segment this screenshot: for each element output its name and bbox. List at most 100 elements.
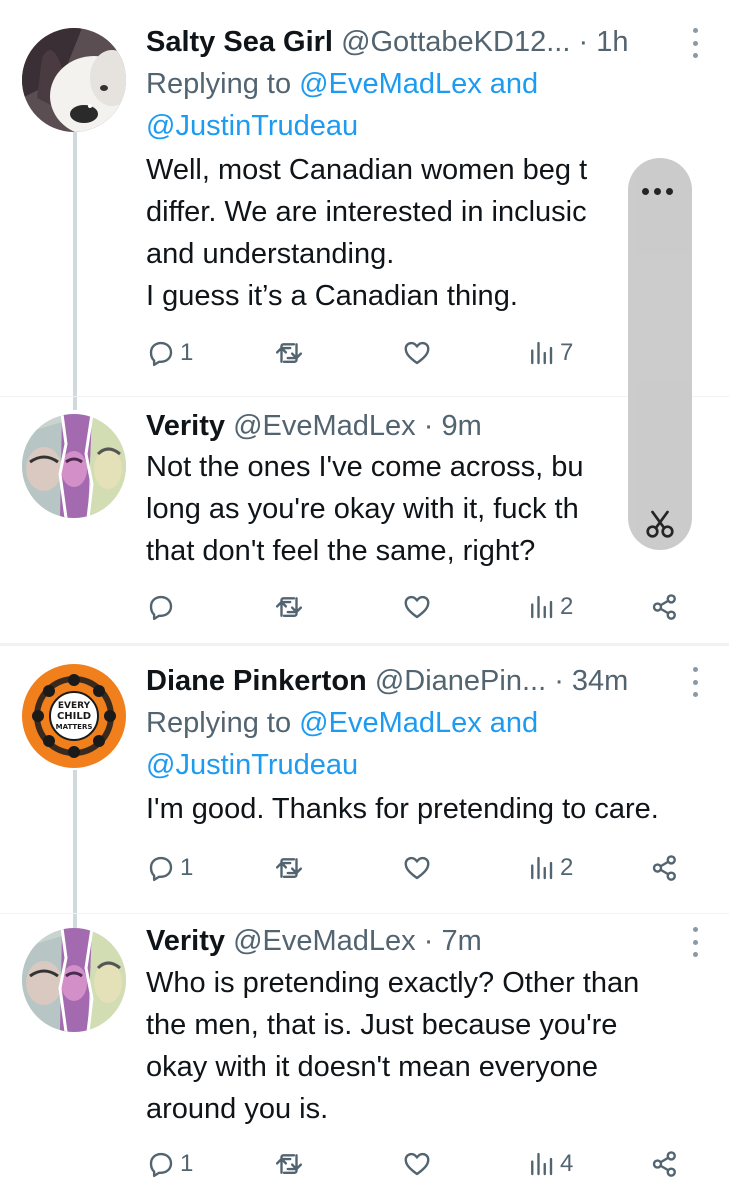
retweet-icon	[275, 343, 303, 363]
reply-button[interactable]: 1	[146, 333, 193, 373]
tweet-text: Not the ones I've come across, bu long a…	[146, 451, 584, 567]
reply-button[interactable]: 1	[146, 1144, 193, 1184]
retweet-button[interactable]	[274, 1144, 304, 1184]
avatar-text-3: MATTERS	[56, 723, 93, 731]
thread-separator	[0, 643, 729, 646]
avatar[interactable]	[22, 928, 126, 1032]
heart-icon	[404, 1152, 430, 1176]
share-icon	[652, 855, 676, 881]
author-name[interactable]: Verity	[146, 410, 225, 442]
author-name[interactable]: Diane Pinkerton	[146, 665, 367, 697]
author-handle[interactable]: @DianePin...	[375, 665, 546, 697]
avatar[interactable]	[22, 28, 126, 132]
retweet-icon	[275, 858, 303, 878]
more-icon[interactable]	[689, 927, 701, 957]
reply-button[interactable]	[146, 587, 176, 627]
reply-count: 1	[180, 854, 194, 881]
avatar[interactable]: EVERY CHILD MATTERS	[22, 664, 126, 768]
author-handle[interactable]: @GottabeKD12...	[341, 26, 570, 58]
selfie-collage-avatar-icon	[22, 928, 126, 1032]
retweet-button[interactable]	[274, 333, 304, 373]
views-icon	[531, 856, 553, 880]
overlay-more-icon[interactable]	[642, 188, 673, 195]
views-count: 7	[560, 339, 574, 366]
separator-dot: ·	[415, 410, 442, 442]
selfie-collage-avatar-icon	[22, 414, 126, 518]
tweet-text: Well, most Canadian women beg t differ. …	[146, 154, 588, 312]
reply-icon	[149, 595, 173, 621]
author-handle[interactable]: @EveMadLex	[233, 410, 416, 442]
mention-link[interactable]: @JustinTrudeau	[146, 110, 358, 142]
replying-prefix: Replying to	[146, 707, 300, 739]
separator-dot: ·	[546, 665, 572, 697]
heart-icon	[404, 856, 430, 880]
author-handle[interactable]: @EveMadLex	[233, 925, 416, 957]
heart-icon	[404, 341, 430, 365]
retweet-icon	[275, 597, 303, 617]
divider	[0, 913, 729, 914]
mention-link[interactable]: @JustinTrudeau	[146, 749, 358, 781]
retweet-button[interactable]	[274, 587, 304, 627]
scissors-icon[interactable]	[642, 506, 678, 542]
retweet-button[interactable]	[274, 848, 304, 888]
share-icon	[652, 594, 676, 620]
replying-to: Replying to @EveMadLex and @JustinTrudea…	[146, 702, 626, 786]
like-button[interactable]	[402, 848, 432, 888]
floating-side-panel[interactable]	[628, 158, 692, 550]
share-button[interactable]	[650, 848, 680, 888]
reply-count: 1	[180, 1150, 194, 1177]
separator-dot: ·	[415, 925, 442, 957]
dog-photo-avatar-icon	[22, 28, 126, 132]
reply-button[interactable]: 1	[146, 848, 193, 888]
action-bar: 1 2	[146, 848, 706, 888]
tweet-header: Verity @EveMadLex · 7m	[146, 919, 699, 963]
views-button[interactable]: 2	[526, 848, 573, 888]
reply-icon	[149, 341, 173, 367]
like-button[interactable]	[402, 587, 432, 627]
like-button[interactable]	[402, 1144, 432, 1184]
tweet-header: Salty Sea Girl @GottabeKD12... · 1h	[146, 20, 699, 64]
timestamp[interactable]: 7m	[441, 925, 481, 957]
more-icon[interactable]	[689, 667, 701, 697]
views-button[interactable]: 4	[526, 1144, 573, 1184]
timestamp[interactable]: 9m	[441, 410, 481, 442]
replying-prefix: Replying to	[146, 68, 300, 100]
mention-link[interactable]: @EveMadLex and	[299, 68, 538, 100]
retweet-icon	[275, 1154, 303, 1174]
separator-dot: ·	[570, 26, 597, 58]
share-button[interactable]	[650, 1144, 680, 1184]
reply-count: 1	[180, 339, 194, 366]
thread-line	[73, 770, 77, 928]
reply-icon	[149, 856, 173, 882]
views-button[interactable]: 7	[526, 333, 573, 373]
views-count: 2	[560, 854, 574, 881]
author-name[interactable]: Salty Sea Girl	[146, 26, 333, 58]
mention-link[interactable]: @EveMadLex and	[299, 707, 538, 739]
heart-icon	[404, 595, 430, 619]
action-bar: 1 7	[146, 333, 706, 373]
every-child-matters-avatar-icon: EVERY CHILD MATTERS	[22, 664, 126, 768]
avatar-text-2: CHILD	[57, 711, 91, 722]
share-icon	[652, 1151, 676, 1177]
views-button[interactable]: 2	[526, 587, 573, 627]
divider	[0, 396, 729, 397]
reply-icon	[149, 1152, 173, 1178]
more-icon[interactable]	[689, 28, 701, 58]
tweet-header: Diane Pinkerton @DianePin... · 34m	[146, 659, 699, 703]
views-icon	[531, 1152, 553, 1176]
views-count: 2	[560, 593, 574, 620]
like-button[interactable]	[402, 333, 432, 373]
replying-to: Replying to @EveMadLex and @JustinTrudea…	[146, 63, 626, 147]
tweet-text: Who is pretending exactly? Other than th…	[146, 967, 640, 1125]
timestamp[interactable]: 34m	[572, 665, 628, 697]
action-bar: 1 4	[146, 1144, 706, 1184]
thread-line	[73, 130, 77, 410]
share-button[interactable]	[650, 587, 680, 627]
timestamp[interactable]: 1h	[596, 26, 628, 58]
tweet-text: I'm good. Thanks for pretending to care.	[146, 793, 659, 825]
action-bar: 2	[146, 587, 706, 627]
avatar-text-1: EVERY	[58, 701, 91, 711]
avatar[interactable]	[22, 414, 126, 518]
author-name[interactable]: Verity	[146, 925, 225, 957]
tweet-header: Verity @EveMadLex · 9m	[146, 404, 699, 448]
